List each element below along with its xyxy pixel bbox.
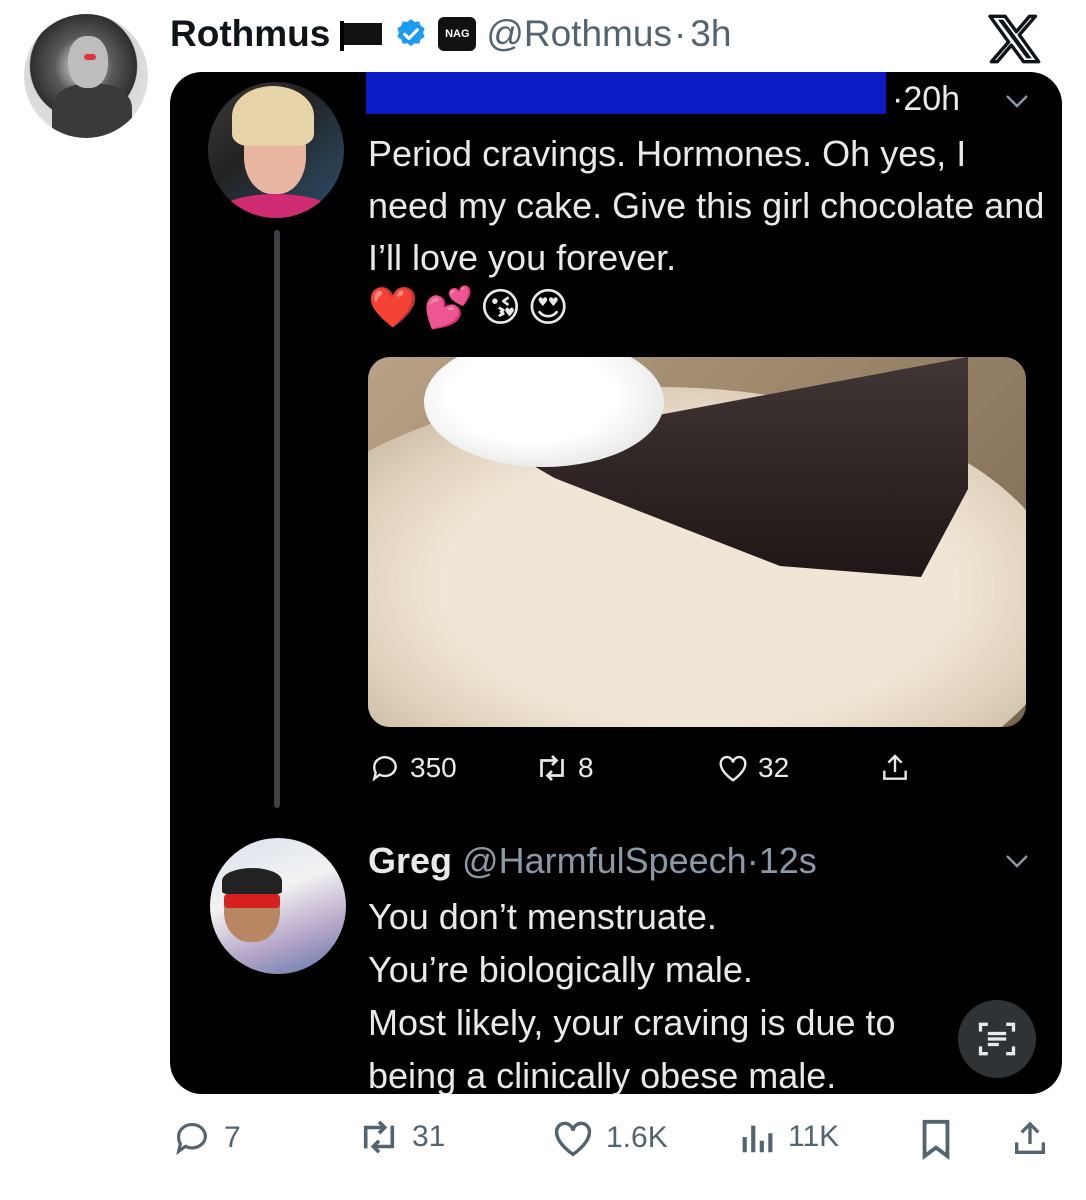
chevron-down-icon[interactable] bbox=[1004, 852, 1030, 870]
black-flag-icon bbox=[340, 21, 384, 51]
redacted-username bbox=[366, 72, 886, 114]
repost-icon bbox=[363, 1120, 395, 1154]
reply-count: 7 bbox=[224, 1121, 241, 1154]
avatar-eye bbox=[84, 54, 96, 60]
verified-badge-icon bbox=[397, 19, 425, 47]
tweet2-time: 12s bbox=[758, 840, 817, 881]
reply-icon bbox=[176, 1122, 207, 1156]
affiliate-badge[interactable]: NAG bbox=[438, 17, 477, 51]
share-button[interactable] bbox=[1010, 1118, 1050, 1160]
avatar-face bbox=[68, 36, 108, 88]
post-actions: 7 31 1.6K 11K bbox=[170, 1118, 1060, 1168]
tweet1-text: Period cravings. Hormones. Oh yes, I nee… bbox=[368, 133, 1045, 278]
tweet2-handle: @HarmfulSpeech bbox=[462, 840, 747, 881]
author-handle[interactable]: @Rothmus bbox=[486, 13, 672, 55]
separator-dot: · bbox=[673, 13, 687, 54]
tweet2-text: You don’t menstruate. You’re biologicall… bbox=[368, 890, 1048, 1094]
bookmark-icon bbox=[922, 1119, 950, 1160]
repost-button[interactable]: 31 bbox=[356, 1118, 445, 1156]
author-avatar[interactable] bbox=[24, 14, 148, 138]
tweet1-emojis: ❤️💕😘😍 bbox=[368, 286, 576, 330]
views-button[interactable]: 11K bbox=[738, 1118, 839, 1156]
tweet2-author-name: Greg bbox=[368, 840, 453, 881]
like-button[interactable]: 1.6K bbox=[550, 1118, 668, 1158]
x-logo-icon[interactable] bbox=[986, 14, 1044, 64]
share-icon bbox=[883, 754, 907, 780]
tweet1-like-count: 32 bbox=[758, 752, 790, 783]
post-header: Rothmus NAG @Rothmus · 3h bbox=[170, 10, 731, 58]
tweet1-repost-count: 8 bbox=[578, 752, 594, 783]
repost-icon bbox=[540, 755, 564, 781]
heart-icon bbox=[719, 755, 747, 782]
text-scan-button[interactable] bbox=[958, 1000, 1036, 1078]
tweet1-avatar bbox=[208, 82, 344, 218]
tweet1-actions: 350 8 32 bbox=[368, 752, 928, 792]
quoted-screenshot[interactable]: ·20h Period cravings. Hormones. Oh yes, … bbox=[170, 72, 1062, 1094]
chevron-down-icon[interactable] bbox=[1004, 92, 1030, 110]
reply-icon bbox=[372, 756, 397, 782]
views-chart-icon bbox=[742, 1125, 773, 1153]
tweet2-line: You’re biologically male. bbox=[368, 949, 753, 990]
tweet2-avatar bbox=[210, 838, 346, 974]
thread-connector bbox=[274, 230, 280, 808]
tweet1-time: ·20h bbox=[892, 80, 961, 118]
live-text-icon bbox=[978, 1022, 1016, 1056]
tweet1-like-button[interactable]: 32 bbox=[716, 752, 789, 784]
bookmark-button[interactable] bbox=[916, 1118, 956, 1160]
tweet2-line: Most likely, your craving is due to bbox=[368, 1002, 896, 1043]
like-count: 1.6K bbox=[606, 1121, 668, 1154]
tweet1-repost-button[interactable]: 8 bbox=[534, 752, 594, 784]
author-name[interactable]: Rothmus bbox=[170, 13, 330, 55]
views-count: 11K bbox=[788, 1120, 840, 1153]
share-icon bbox=[1015, 1121, 1045, 1154]
tweet1-reply-button[interactable]: 350 bbox=[368, 752, 457, 784]
reply-button[interactable]: 7 bbox=[170, 1118, 241, 1158]
tweet1-share-button[interactable] bbox=[878, 752, 912, 784]
post-time[interactable]: 3h bbox=[690, 13, 731, 55]
avatar-figure bbox=[52, 84, 132, 138]
tweet2-header: Greg @HarmfulSpeech·12s bbox=[368, 840, 817, 882]
repost-count: 31 bbox=[412, 1120, 446, 1153]
cake-photo bbox=[368, 357, 1026, 727]
tweet2-line: being a clinically obese male. bbox=[368, 1055, 837, 1094]
tweet2-dot: · bbox=[746, 840, 759, 881]
tweet2-line: You don’t menstruate. bbox=[368, 896, 717, 937]
tweet1-reply-count: 350 bbox=[410, 752, 457, 783]
heart-icon bbox=[554, 1121, 592, 1157]
